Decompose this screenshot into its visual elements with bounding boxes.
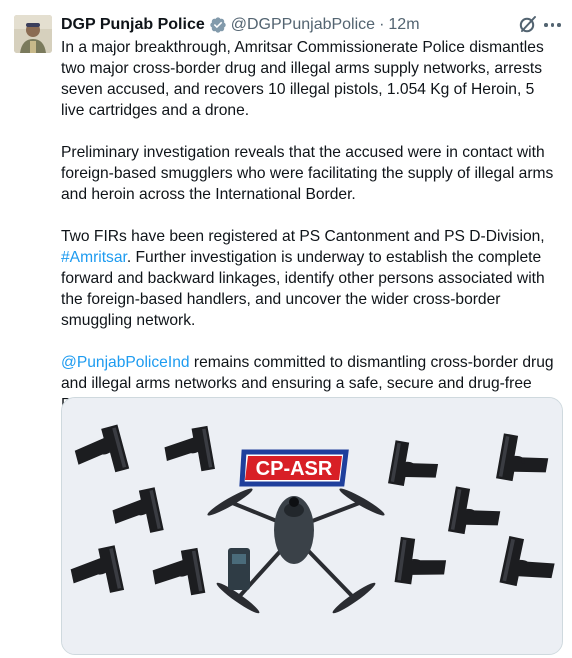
avatar[interactable] — [14, 15, 52, 53]
cp-asr-banner: CP-ASR — [239, 449, 349, 487]
verified-badge-icon — [209, 16, 227, 34]
tweet-image[interactable]: CP-ASR — [61, 397, 563, 655]
tweet-text: In a major breakthrough, Amritsar Commis… — [61, 37, 561, 436]
timestamp[interactable]: 12m — [388, 16, 419, 34]
paragraph-3-rest: . Further investigation is underway to e… — [61, 249, 545, 329]
tweet-card[interactable]: DGP Punjab Police @DGPPunjabPolice · 12m… — [0, 0, 572, 658]
more-options-icon[interactable] — [544, 23, 561, 27]
tweet-header: DGP Punjab Police @DGPPunjabPolice · 12m — [61, 14, 420, 36]
paragraph-3-start: Two FIRs have been registered at PS Cant… — [61, 228, 545, 245]
author-handle[interactable]: @DGPPunjabPolice — [231, 16, 375, 34]
paragraph-1: In a major breakthrough, Amritsar Commis… — [61, 39, 544, 119]
banner-text: CP-ASR — [256, 458, 333, 480]
mention-link[interactable]: @PunjabPoliceInd — [61, 354, 190, 371]
hashtag-link[interactable]: #Amritsar — [61, 249, 127, 266]
separator-dot: · — [379, 16, 385, 33]
paragraph-2: Preliminary investigation reveals that t… — [61, 144, 554, 203]
grok-icon[interactable] — [518, 14, 538, 34]
paragraph-3: Two FIRs have been registered at PS Cant… — [61, 226, 561, 331]
author-name[interactable]: DGP Punjab Police — [61, 16, 205, 34]
